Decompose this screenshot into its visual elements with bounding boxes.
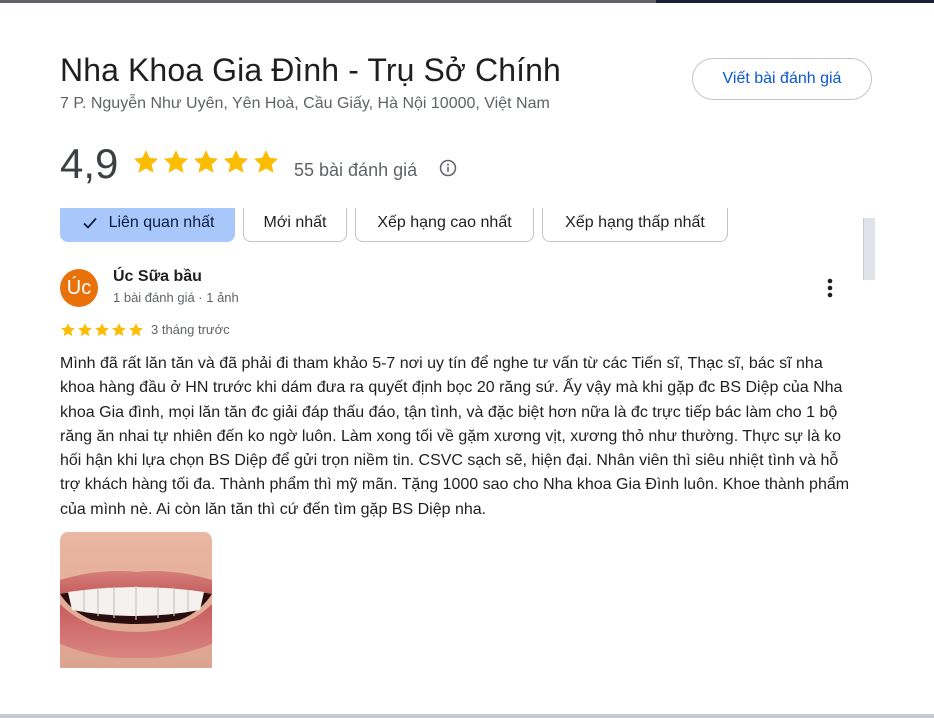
star-icon bbox=[61, 323, 75, 337]
review-text: Mình đã rất lăn tăn và đã phải đi tham k… bbox=[60, 355, 850, 518]
star-icon bbox=[163, 150, 189, 173]
sort-chip-newest[interactable]: Mới nhất bbox=[243, 208, 347, 242]
star-icon bbox=[129, 323, 143, 337]
more-options-icon[interactable] bbox=[818, 274, 842, 302]
star-icon bbox=[133, 150, 159, 173]
review-count: 55 bài đánh giá bbox=[294, 160, 418, 180]
star-icon bbox=[253, 150, 279, 173]
place-title: Nha Khoa Gia Đình - Trụ Sở Chính bbox=[60, 52, 561, 88]
sort-chip-highest[interactable]: Xếp hạng cao nhất bbox=[355, 208, 534, 242]
window-top-border-dark bbox=[656, 0, 934, 3]
sort-chip-label: Xếp hạng cao nhất bbox=[377, 213, 512, 231]
sort-chip-label: Liên quan nhất bbox=[108, 213, 215, 231]
sort-chip-label: Xếp hạng thấp nhất bbox=[565, 213, 705, 231]
sort-chip-label: Mới nhất bbox=[263, 213, 327, 231]
reviewer-name[interactable]: Úc Sữa bầu bbox=[113, 268, 202, 286]
star-icon bbox=[95, 323, 109, 337]
star-icon bbox=[193, 150, 219, 173]
place-address: 7 P. Nguyễn Như Uyên, Yên Hoà, Cầu Giấy,… bbox=[60, 95, 550, 112]
write-review-button[interactable]: Viết bài đánh giá bbox=[692, 58, 872, 100]
rating-stars bbox=[132, 148, 280, 176]
scrollbar-thumb[interactable] bbox=[863, 218, 875, 280]
info-icon[interactable] bbox=[439, 159, 457, 177]
sort-chip-relevant[interactable]: Liên quan nhất bbox=[60, 208, 235, 242]
smile-photo-image bbox=[60, 532, 212, 668]
review-time: 3 tháng trước bbox=[151, 322, 230, 337]
star-icon bbox=[78, 323, 92, 337]
reviewer-meta: 1 bài đánh giá · 1 ảnh bbox=[113, 290, 239, 305]
avatar[interactable]: Úc bbox=[60, 269, 98, 307]
star-icon bbox=[223, 150, 249, 173]
review-photo[interactable] bbox=[60, 532, 212, 668]
sort-chip-lowest[interactable]: Xếp hạng thấp nhất bbox=[542, 208, 728, 242]
review-stars bbox=[60, 322, 144, 338]
window-bottom-border bbox=[0, 714, 934, 718]
star-icon bbox=[112, 323, 126, 337]
check-icon bbox=[82, 217, 97, 229]
average-rating: 4,9 bbox=[60, 140, 119, 187]
